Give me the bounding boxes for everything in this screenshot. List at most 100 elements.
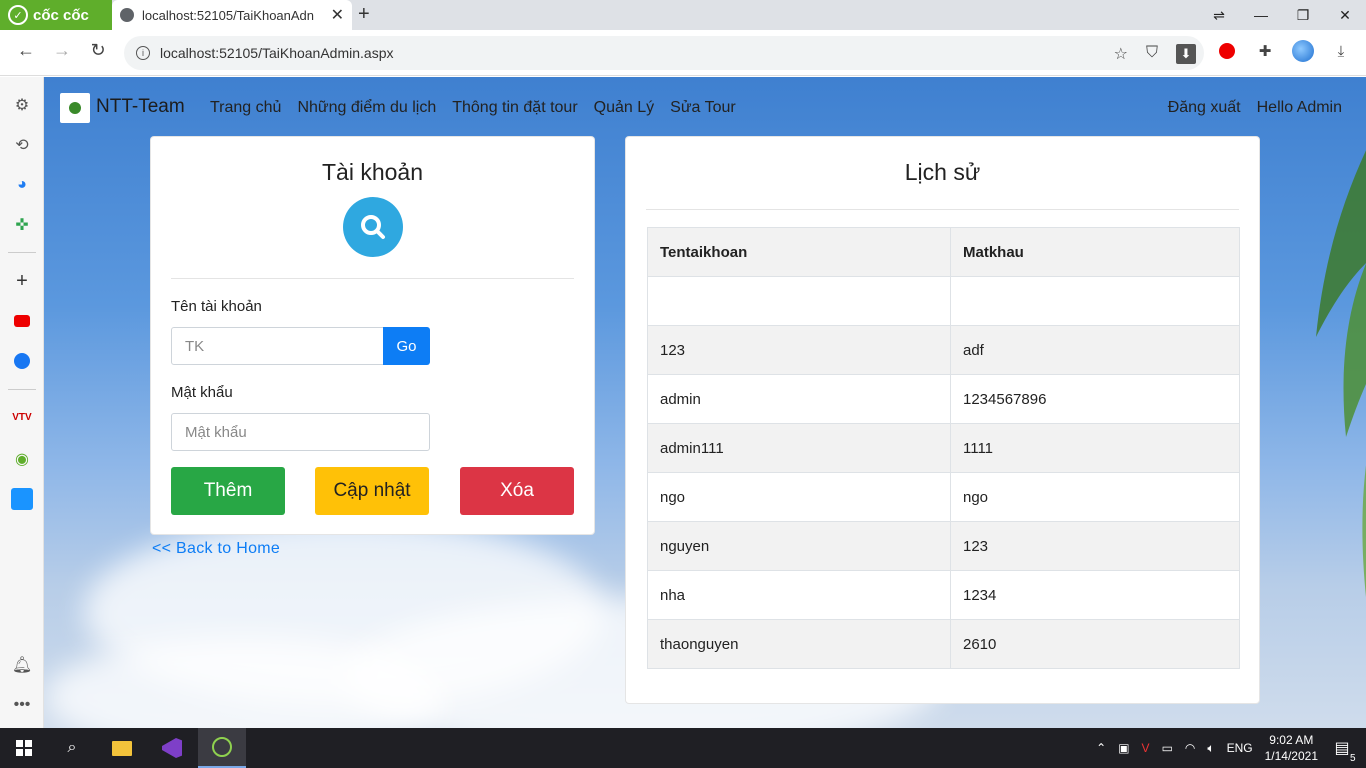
sidebar-divider [8, 389, 36, 390]
accounts-table: Tentaikhoan Matkhau 123 adf admin 12345678… [647, 227, 1240, 669]
wifi-icon[interactable]: ◠ [1185, 741, 1195, 755]
adblock-icon[interactable] [1216, 40, 1238, 62]
cell-password: 1234567896 [950, 374, 1240, 424]
show-hidden-icons-icon[interactable]: ⌃ [1096, 741, 1106, 755]
cell-username: nha [647, 570, 951, 620]
windows-start-icon[interactable] [0, 728, 48, 768]
profile-avatar-icon[interactable] [1292, 40, 1314, 62]
nav-link-management[interactable]: Quản Lý [594, 99, 654, 117]
add-button[interactable]: Thêm [171, 467, 285, 515]
column-header-username: Tentaikhoan [647, 227, 951, 277]
notification-center-icon[interactable]: ▤ 5 [1318, 728, 1366, 768]
brand-logo[interactable] [60, 93, 90, 123]
logout-link[interactable]: Đăng xuất [1168, 99, 1241, 117]
game-controller-icon[interactable]: ✜ [10, 213, 34, 237]
nav-link-edit-tour[interactable]: Sửa Tour [670, 99, 736, 117]
cell-username: 123 [647, 325, 951, 375]
extensions-puzzle-icon[interactable]: ✚ [1254, 40, 1276, 62]
messenger-icon[interactable]: ◕ [10, 173, 34, 197]
user-greeting[interactable]: Hello Admin [1257, 99, 1342, 117]
more-options-icon[interactable]: ••• [10, 693, 34, 717]
vpn-icon[interactable]: V [1142, 741, 1150, 755]
download-icon[interactable]: ⬇ [1176, 44, 1196, 64]
shield-icon[interactable]: ⛉ [1146, 44, 1158, 64]
search-icon[interactable]: ⌕ [48, 728, 96, 768]
downloads-icon[interactable]: ⤓ [1330, 40, 1352, 62]
nav-user-area: Đăng xuất Hello Admin [1168, 99, 1342, 117]
brand-name[interactable]: NTT-Team [96, 96, 185, 118]
coccoc-taskbar-icon[interactable] [198, 728, 246, 768]
cell-username: admin [647, 374, 951, 424]
table-row[interactable]: admin 1234567896 [647, 374, 1240, 424]
back-arrow-icon[interactable]: ← [14, 40, 38, 61]
go-button[interactable]: Go [383, 327, 430, 365]
address-url: localhost:52105/TaiKhoanAdmin.aspx [160, 45, 394, 61]
table-row[interactable]: admin111 1111 [647, 423, 1240, 473]
cell-password: ngo [950, 472, 1240, 522]
site-info-icon[interactable]: i [136, 46, 150, 60]
coccoc-menu-button[interactable]: ✓ cốc cốc [0, 0, 112, 30]
username-label: Tên tài khoản [171, 298, 262, 315]
site-navbar: NTT-Team Trang chủ Những điểm du lịch Th… [44, 77, 1366, 137]
close-tab-icon[interactable]: ✕ [331, 5, 344, 25]
cell-password: 1234 [950, 570, 1240, 620]
browser-sidebar: ⚙ ⟲ ◕ ✜ + VTV ◉ 🔔︎ ••• [0, 77, 44, 728]
nav-link-booking-info[interactable]: Thông tin đặt tour [452, 99, 577, 117]
clock[interactable]: 9:02 AM 1/14/2021 [1265, 732, 1318, 764]
browser-tab[interactable]: localhost:52105/TaiKhoanAdn ✕ [112, 0, 352, 30]
table-row[interactable]: thaonguyen 2610 [647, 619, 1240, 669]
table-row[interactable]: 123 adf [647, 325, 1240, 375]
account-form-card: Tài khoản Tên tài khoản TK Go Mật khẩu M… [150, 136, 595, 535]
close-window-button[interactable]: ✕ [1324, 0, 1366, 30]
volume-icon[interactable]: 🔈︎ [1207, 741, 1214, 756]
cell-username: ngo [647, 472, 951, 522]
reload-icon[interactable]: ↻ [86, 40, 110, 61]
minimize-button[interactable]: — [1240, 0, 1282, 30]
history-card: Lịch sử Tentaikhoan Matkhau 123 adf admin… [625, 136, 1260, 704]
nav-link-destinations[interactable]: Những điểm du lịch [297, 99, 436, 117]
tiki-icon[interactable] [10, 487, 34, 511]
table-row[interactable]: ngo ngo [647, 472, 1240, 522]
column-header-password: Matkhau [950, 227, 1240, 277]
palm-tree-decoration [1316, 150, 1366, 597]
cell-username: admin111 [647, 423, 951, 473]
username-input[interactable]: TK [171, 327, 384, 365]
notification-bell-icon[interactable]: 🔔︎ [10, 653, 34, 677]
table-row[interactable]: nguyen 123 [647, 521, 1240, 571]
add-shortcut-icon[interactable]: + [10, 269, 34, 293]
forward-arrow-icon[interactable]: → [50, 40, 74, 61]
new-tab-button[interactable]: + [358, 3, 370, 26]
coccoc-icon[interactable]: ◉ [10, 447, 34, 471]
settings-gear-icon[interactable]: ⚙ [10, 93, 34, 117]
nav-links: Trang chủ Những điểm du lịch Thông tin đ… [210, 99, 736, 117]
delete-button[interactable]: Xóa [460, 467, 574, 515]
address-bar[interactable]: i localhost:52105/TaiKhoanAdmin.aspx [124, 36, 1204, 70]
network-device-icon[interactable]: ▣ [1118, 741, 1129, 755]
table-row[interactable]: nha 1234 [647, 570, 1240, 620]
restore-button[interactable]: ❐ [1282, 0, 1324, 30]
file-explorer-icon[interactable] [98, 728, 146, 768]
nav-link-home[interactable]: Trang chủ [210, 99, 281, 117]
facebook-icon[interactable] [10, 349, 34, 373]
omnibox-actions: ☆ ⛉ ⬇ [1114, 44, 1196, 64]
bookmark-star-icon[interactable]: ☆ [1114, 44, 1128, 64]
browser-tabbar: ✓ cốc cốc localhost:52105/TaiKhoanAdn ✕ … [0, 0, 1366, 30]
table-row[interactable] [647, 276, 1240, 326]
tab-title: localhost:52105/TaiKhoanAdn [142, 7, 315, 23]
system-tray: ⌃ ▣ V ▭ ◠ 🔈︎ ENG 9:02 AM 1/14/2021 [1096, 728, 1318, 768]
cell-password: 1111 [950, 423, 1240, 473]
table-header-row: Tentaikhoan Matkhau [647, 227, 1240, 277]
visual-studio-icon[interactable] [148, 728, 196, 768]
password-input[interactable]: Mật khẩu [171, 413, 430, 451]
update-button[interactable]: Cập nhật [315, 467, 429, 515]
clock-time: 9:02 AM [1269, 733, 1314, 747]
cell-username: nguyen [647, 521, 951, 571]
battery-icon[interactable]: ▭ [1162, 741, 1173, 755]
language-indicator[interactable]: ENG [1227, 741, 1253, 755]
youtube-icon[interactable] [10, 309, 34, 333]
history-icon[interactable]: ⟲ [10, 133, 34, 157]
tab-search-icon[interactable]: ⇌ [1198, 0, 1240, 30]
back-to-home-link[interactable]: << Back to Home [152, 540, 280, 558]
vtv-go-icon[interactable]: VTV [10, 405, 34, 429]
page-viewport: NTT-Team Trang chủ Những điểm du lịch Th… [44, 77, 1366, 728]
